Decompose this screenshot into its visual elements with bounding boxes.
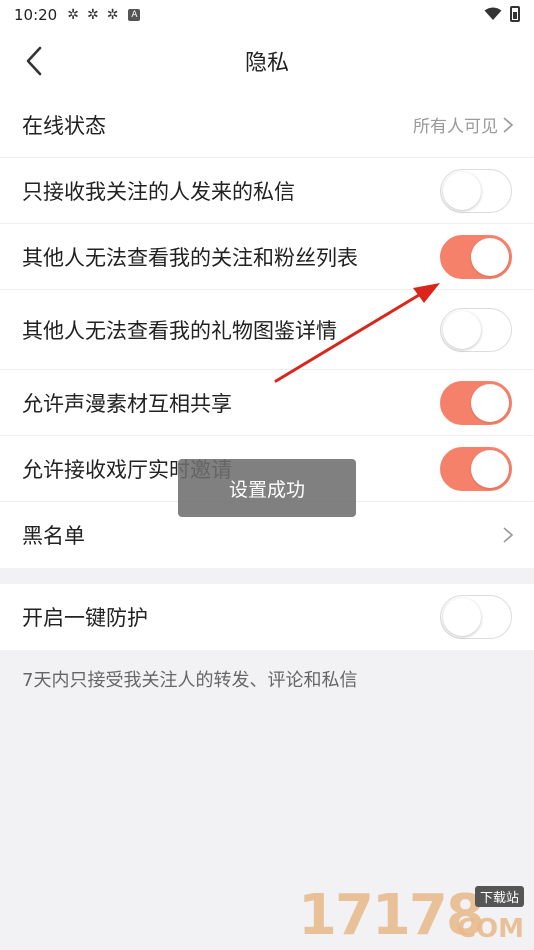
toggle-knob <box>471 237 509 276</box>
status-time: 10:20 <box>14 6 58 24</box>
material-share-toggle[interactable] <box>440 380 512 425</box>
setting-label: 只接收我关注的人发来的私信 <box>22 179 295 204</box>
toggle-knob <box>443 310 481 349</box>
setting-label: 其他人无法查看我的礼物图鉴详情 <box>22 318 337 343</box>
status-bar: 10:20 ✲ ✲ ✲ A <box>0 0 534 30</box>
watermark-number: 17178 <box>298 883 485 948</box>
watermark-suffix: COM <box>456 914 524 944</box>
toggle-knob <box>443 598 481 636</box>
success-toast: 设置成功 <box>178 459 356 517</box>
chevron-right-icon <box>503 527 514 543</box>
protection-section: 开启一键防护 <box>0 584 534 650</box>
online-status-row[interactable]: 在线状态 所有人可见 <box>0 92 534 158</box>
setting-row-private-message: 只接收我关注的人发来的私信 <box>0 158 534 224</box>
app-notification-icon: ✲ <box>67 7 79 23</box>
hall-invite-toggle[interactable] <box>440 446 512 491</box>
page-title: 隐私 <box>244 51 289 76</box>
header: 隐私 <box>0 30 534 92</box>
online-status-value: 所有人可见 <box>413 117 498 137</box>
setting-row-follow-list: 其他人无法查看我的关注和粉丝列表 <box>0 224 534 290</box>
toggle-knob <box>471 383 509 422</box>
wifi-icon <box>484 7 502 20</box>
back-arrow-icon[interactable] <box>20 44 54 78</box>
battery-icon <box>510 6 520 22</box>
a-badge-icon: A <box>128 9 141 21</box>
setting-label: 其他人无法查看我的关注和粉丝列表 <box>22 245 358 270</box>
protection-note: 7天内只接受我关注人的转发、评论和私信 <box>22 670 358 691</box>
chevron-right-icon <box>503 116 514 133</box>
protection-label: 开启一键防护 <box>22 606 148 630</box>
status-right <box>484 6 520 22</box>
online-status-label: 在线状态 <box>22 113 106 138</box>
toggle-knob <box>443 171 481 210</box>
toggle-knob <box>471 449 509 488</box>
setting-label: 允许声漫素材互相共享 <box>22 391 232 416</box>
watermark-tag: 下载站 <box>474 886 524 907</box>
setting-row-gift-collection: 其他人无法查看我的礼物图鉴详情 <box>0 290 534 370</box>
blacklist-label: 黑名单 <box>22 524 85 548</box>
private-message-toggle[interactable] <box>440 168 512 213</box>
app-notification-icon: ✲ <box>106 7 119 23</box>
gift-collection-toggle[interactable] <box>440 307 512 352</box>
app-notification-icon: ✲ <box>86 7 99 23</box>
follow-list-toggle[interactable] <box>440 234 512 279</box>
protection-row: 开启一键防护 <box>0 584 534 650</box>
watermark-logo: 17178 下载站 COM <box>298 883 528 948</box>
protection-toggle[interactable] <box>440 595 512 639</box>
setting-row-material-share: 允许声漫素材互相共享 <box>0 370 534 436</box>
